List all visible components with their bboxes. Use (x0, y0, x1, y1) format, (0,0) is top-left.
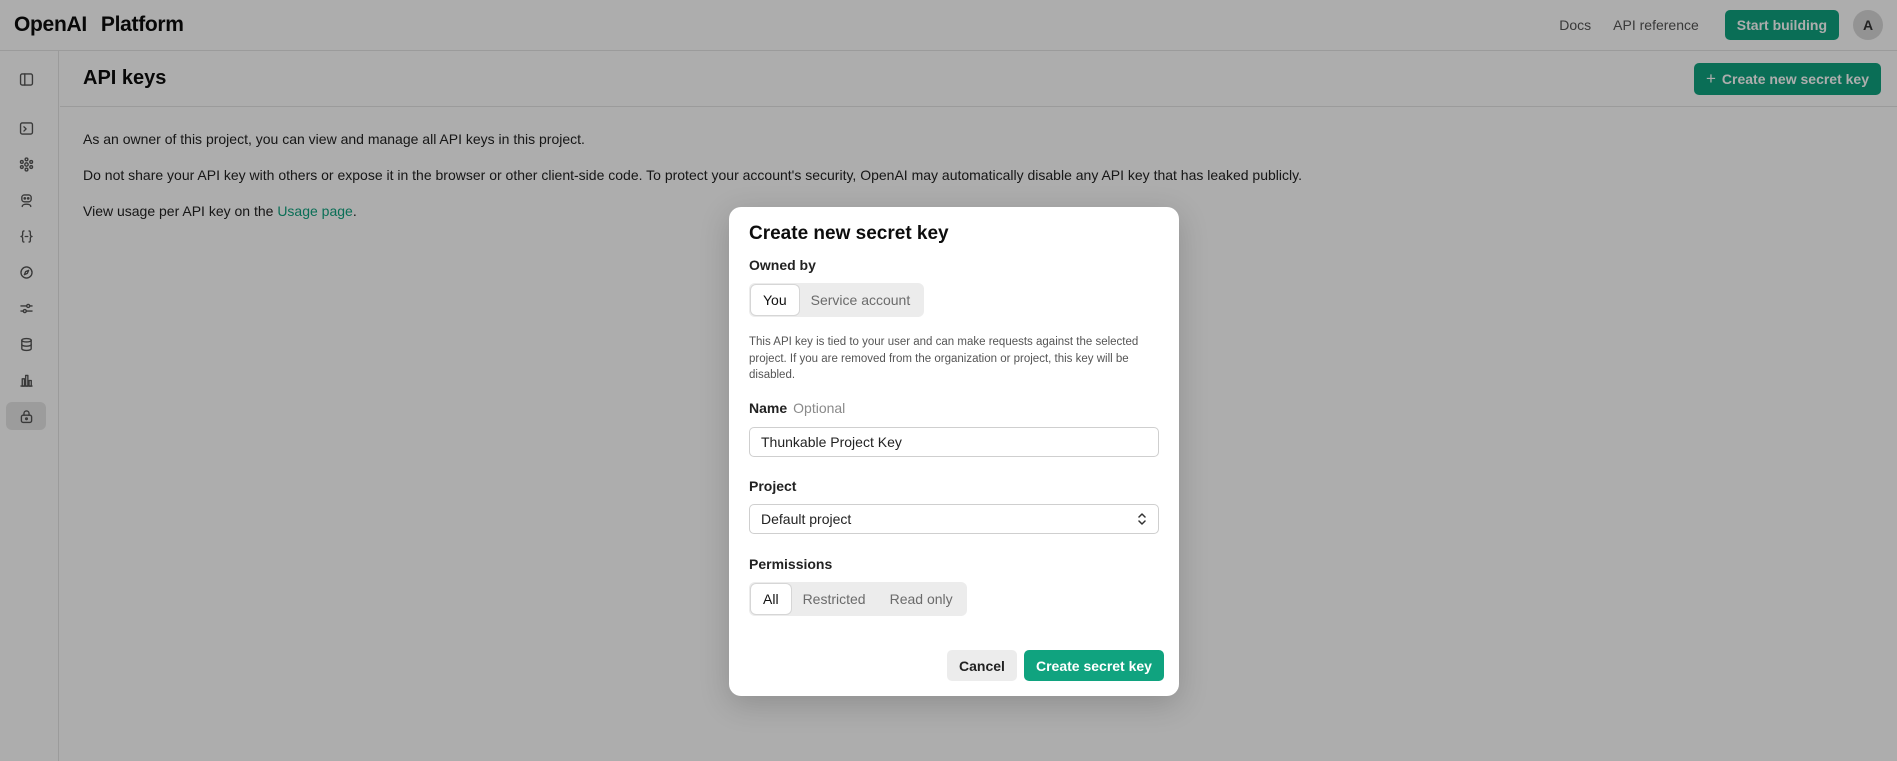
permissions-segmented-control: All Restricted Read only (749, 582, 967, 616)
name-label-text: Name (749, 400, 788, 416)
owned-by-you-option[interactable]: You (751, 285, 799, 315)
owned-by-label: Owned by (749, 257, 816, 273)
permissions-restricted-option[interactable]: Restricted (791, 584, 878, 614)
owner-help-text: This API key is tied to your user and ca… (749, 336, 1139, 381)
permissions-all-option[interactable]: All (751, 584, 791, 614)
name-label: Name Optional (749, 400, 845, 416)
permissions-read-only-option[interactable]: Read only (878, 584, 965, 614)
project-label: Project (749, 478, 797, 494)
project-select-value: Default project (761, 511, 852, 527)
owned-by-segmented-control: You Service account (749, 283, 925, 317)
name-optional-hint: Optional (793, 400, 846, 416)
chevron-up-down-icon (1138, 513, 1146, 525)
create-secret-key-button[interactable]: Create secret key (1024, 650, 1164, 681)
name-input[interactable]: Thunkable Project Key (749, 427, 1159, 457)
create-secret-key-dialog: Create new secret key Owned by You Servi… (729, 207, 1179, 696)
cancel-button[interactable]: Cancel (947, 650, 1017, 681)
project-select[interactable]: Default project (749, 504, 1159, 534)
name-input-value: Thunkable Project Key (761, 434, 902, 450)
dialog-title: Create new secret key (749, 223, 949, 244)
permissions-label: Permissions (749, 556, 833, 572)
owned-by-service-account-option[interactable]: Service account (799, 285, 923, 315)
